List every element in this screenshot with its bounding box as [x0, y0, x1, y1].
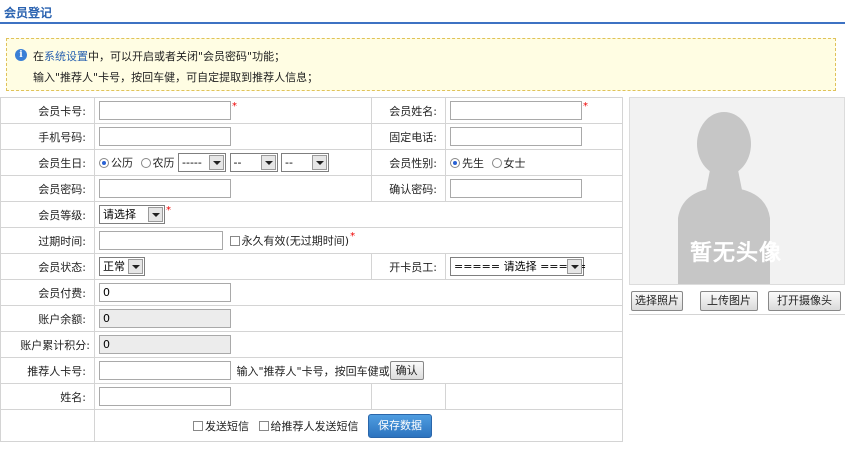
expire-date-input[interactable]: [99, 231, 223, 250]
chevron-down-icon: [567, 259, 582, 274]
card-no-input[interactable]: [99, 101, 231, 120]
lunar-calendar-radio[interactable]: [140, 157, 151, 168]
phone-label: 固定电话:: [371, 123, 446, 150]
confirm-password-label: 确认密码:: [371, 175, 446, 202]
balance-label: 账户余额:: [0, 305, 95, 332]
referrer-confirm-button[interactable]: 确认: [389, 361, 424, 380]
payment-input[interactable]: 0: [99, 283, 231, 302]
info-icon: i: [15, 49, 27, 61]
points-label: 账户累计积分:: [0, 331, 95, 358]
referrer-name-input[interactable]: [99, 387, 231, 406]
avatar-placeholder: 暂无头像: [629, 97, 845, 285]
birth-month-select[interactable]: --: [229, 153, 278, 172]
card-no-label: 会员卡号:: [0, 97, 95, 124]
password-label: 会员密码:: [0, 175, 95, 202]
required-mark: *: [166, 205, 171, 216]
birth-year-select[interactable]: -----: [178, 153, 226, 172]
staff-select[interactable]: ===== 请选择 =====: [450, 257, 586, 276]
balance-field: 0: [99, 309, 231, 328]
staff-label: 开卡员工:: [371, 253, 446, 280]
solar-calendar-radio[interactable]: [99, 157, 109, 168]
level-label: 会员等级:: [0, 201, 95, 228]
notice-line-1: 在系统设置中，可以开启或者关闭"会员密码"功能；: [33, 50, 286, 63]
password-input[interactable]: [99, 179, 231, 198]
required-mark: *: [232, 101, 237, 112]
name-label: 会员姓名:: [371, 97, 446, 124]
chevron-down-icon: [209, 155, 224, 170]
gender-male-radio[interactable]: [450, 157, 460, 168]
chevron-down-icon: [312, 155, 327, 170]
referrer-label: 推荐人卡号:: [0, 357, 95, 384]
expire-label: 过期时间:: [0, 227, 95, 254]
save-button[interactable]: 保存数据: [368, 413, 432, 438]
title-divider: [0, 22, 845, 24]
mobile-input[interactable]: [99, 127, 231, 146]
name-input[interactable]: [450, 101, 582, 120]
points-field: 0: [99, 335, 231, 354]
upload-image-button[interactable]: 上传图片: [700, 291, 758, 311]
required-mark: *: [583, 101, 588, 112]
open-camera-button[interactable]: 打开摄像头: [768, 291, 841, 311]
photo-divider: [629, 314, 845, 315]
select-photo-button[interactable]: 选择照片: [631, 291, 683, 311]
birthday-label: 会员生日:: [0, 149, 95, 176]
send-sms-checkbox[interactable]: [193, 420, 203, 431]
forever-valid-checkbox[interactable]: [229, 235, 240, 246]
gender-label: 会员性别:: [371, 149, 446, 176]
referrer-name-label: 姓名:: [0, 383, 95, 410]
required-mark: *: [350, 231, 356, 242]
member-form: 会员卡号: * 会员姓名: * 手机号码: 固定电话: 会员生日: 公历 农历 …: [0, 97, 623, 442]
system-settings-link[interactable]: 系统设置: [44, 50, 88, 63]
payment-label: 会员付费:: [0, 279, 95, 306]
no-avatar-caption: 暂无头像: [690, 241, 783, 266]
level-select[interactable]: 请选择: [99, 205, 165, 224]
mobile-label: 手机号码:: [0, 123, 95, 150]
chevron-down-icon: [148, 207, 163, 222]
notice-box: i 在系统设置中，可以开启或者关闭"会员密码"功能； 输入"推荐人"卡号，按回车…: [6, 38, 836, 91]
status-select[interactable]: 正常: [99, 257, 145, 276]
birth-day-select[interactable]: --: [281, 153, 329, 172]
referrer-hint: 输入"推荐人"卡号，按回车健或: [236, 364, 390, 378]
notice-line-2: 输入"推荐人"卡号，按回车健，可自定提取到推荐人信息；: [33, 71, 319, 84]
referrer-card-input[interactable]: [99, 361, 231, 380]
chevron-down-icon: [128, 259, 143, 274]
status-label: 会员状态:: [0, 253, 95, 280]
phone-input[interactable]: [450, 127, 582, 146]
gender-female-radio[interactable]: [491, 157, 502, 168]
send-referrer-sms-checkbox[interactable]: [258, 420, 269, 431]
page-title: 会员登记: [4, 6, 53, 20]
chevron-down-icon: [260, 155, 276, 170]
confirm-password-input[interactable]: [450, 179, 582, 198]
